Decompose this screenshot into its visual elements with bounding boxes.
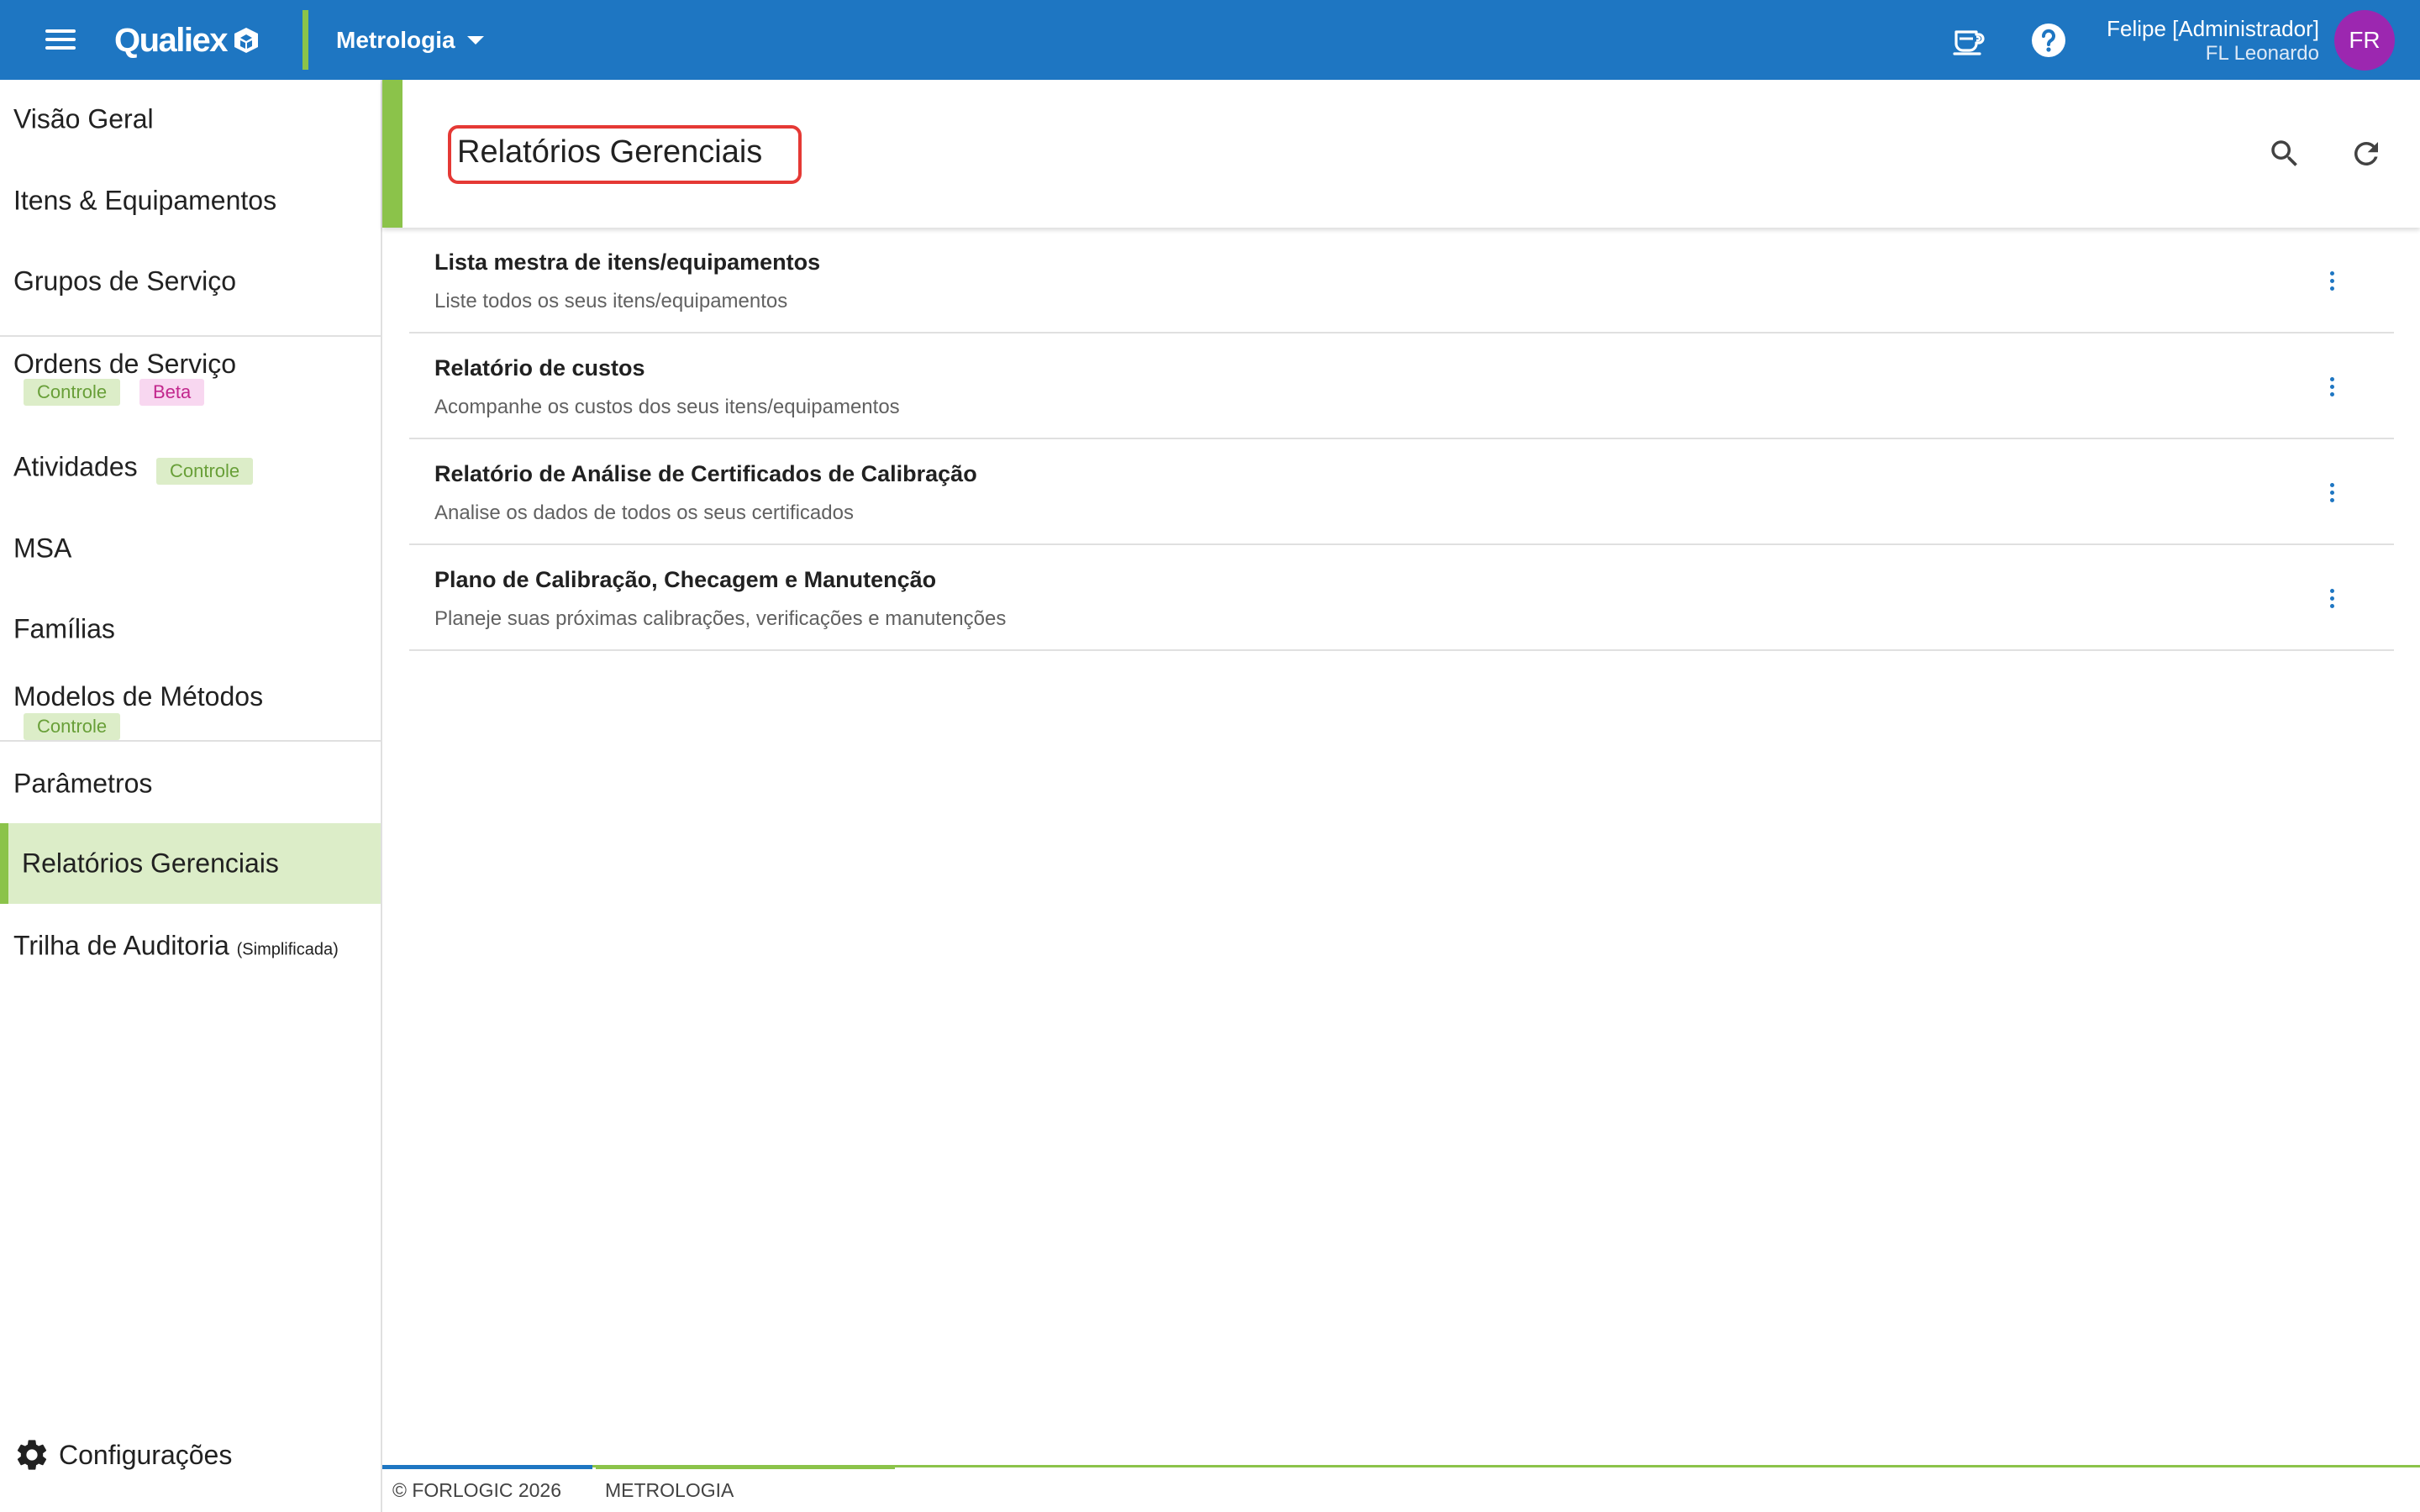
list-item[interactable]: Plano de Calibração, Checagem e Manutenç…: [409, 545, 2394, 651]
sidebar-item-itens-equipamentos[interactable]: Itens & Equipamentos: [0, 160, 381, 241]
gear-icon: [17, 1440, 47, 1470]
sidebar-item-label: Visão Geral: [13, 103, 154, 134]
status-badge: Controle: [156, 458, 254, 485]
refresh-icon[interactable]: [2343, 130, 2390, 177]
settings-label: Configurações: [59, 1439, 233, 1470]
report-title: Plano de Calibração, Checagem e Manutenç…: [434, 567, 937, 592]
help-icon[interactable]: [2027, 18, 2070, 62]
sidebar-item-familias[interactable]: Famílias: [0, 589, 381, 669]
footer-module: METROLOGIA: [605, 1479, 734, 1501]
sidebar-item-ordens-servico[interactable]: Ordens de Serviço Controle Beta: [0, 337, 381, 428]
footer: © FORLOGIC 2026 METROLOGIA: [382, 1465, 2420, 1512]
caret-down-icon: [466, 36, 484, 45]
sidebar-item-visao-geral[interactable]: Visão Geral: [0, 80, 381, 160]
sidebar-item-atividades[interactable]: Atividades Controle: [0, 428, 381, 508]
report-title: Relatório de Análise de Certificados de …: [434, 461, 977, 486]
coffee-cup-icon[interactable]: [1946, 18, 1990, 62]
sidebar-item-msa[interactable]: MSA: [0, 508, 381, 589]
page-header: Relatórios Gerenciais: [382, 80, 2420, 228]
sidebar-item-label: Itens & Equipamentos: [13, 185, 277, 216]
report-list: Lista mestra de itens/equipamentos Liste…: [409, 228, 2394, 651]
main-content: Relatórios Gerenciais Lista mestra de it…: [382, 80, 2420, 1512]
report-description: Liste todos os seus itens/equipamentos: [434, 290, 788, 312]
user-organization: FL Leonardo: [2205, 42, 2319, 65]
list-item[interactable]: Relatório de custos Acompanhe os custos …: [409, 333, 2394, 439]
footer-copyright: © FORLOGIC 2026: [392, 1479, 562, 1501]
sidebar-item-label: Famílias: [13, 613, 115, 644]
footer-accent-green: [596, 1465, 895, 1469]
report-title: Relatório de custos: [434, 355, 645, 381]
report-title: Lista mestra de itens/equipamentos: [434, 249, 821, 275]
sidebar-item-parametros[interactable]: Parâmetros: [0, 742, 381, 822]
module-selector[interactable]: Metrologia: [336, 18, 484, 62]
sidebar-item-label: MSA: [13, 533, 72, 564]
list-item[interactable]: Lista mestra de itens/equipamentos Liste…: [409, 228, 2394, 333]
user-info[interactable]: Felipe [Administrador] FL Leonardo: [2107, 15, 2319, 66]
sidebar-item-label: Relatórios Gerenciais: [22, 848, 279, 879]
sidebar-item-grupos-servico[interactable]: Grupos de Serviço: [0, 241, 381, 328]
sidebar-item-label: Trilha de Auditoria: [13, 930, 229, 961]
more-vert-icon[interactable]: [2315, 260, 2349, 302]
qualiex-logo[interactable]: Qualiex: [114, 17, 260, 64]
footer-accent-blue: [382, 1465, 592, 1469]
sidebar-item-note: (Simplificada): [236, 940, 339, 959]
user-name: Felipe [Administrador]: [2107, 16, 2319, 41]
page-title: Relatórios Gerenciais: [457, 134, 763, 170]
avatar[interactable]: FR: [2334, 10, 2395, 71]
list-item[interactable]: Relatório de Análise de Certificados de …: [409, 439, 2394, 545]
sidebar-item-label-wrap: Trilha de Auditoria (Simplificada): [13, 931, 339, 962]
more-vert-icon[interactable]: [2315, 471, 2349, 513]
more-vert-icon[interactable]: [2315, 577, 2349, 619]
logo-text: Qualiex: [114, 21, 229, 59]
settings-link[interactable]: Configurações: [13, 1436, 232, 1473]
logo-cube-icon: [234, 28, 259, 53]
active-indicator: [0, 823, 8, 904]
header-accent-bar: [382, 80, 402, 228]
report-description: Analise os dados de todos os seus certif…: [434, 501, 854, 524]
sidebar-item-label: Parâmetros: [13, 768, 153, 799]
status-badge: Controle: [24, 713, 121, 740]
more-vert-icon[interactable]: [2315, 365, 2349, 407]
sidebar-item-trilha-auditoria[interactable]: Trilha de Auditoria (Simplificada): [0, 904, 381, 984]
status-badge: Controle: [24, 379, 121, 406]
report-description: Acompanhe os custos dos seus itens/equip…: [434, 396, 900, 418]
sidebar: Visão Geral Itens & Equipamentos Grupos …: [0, 80, 382, 1512]
sidebar-item-label: Atividades: [13, 451, 138, 482]
sidebar-item-label: Grupos de Serviço: [13, 265, 237, 297]
top-app-bar: Qualiex Metrologia Felipe [Administrador…: [0, 0, 2420, 80]
menu-icon[interactable]: [44, 24, 77, 55]
sidebar-item-label: Modelos de Métodos: [13, 681, 264, 711]
report-description: Planeje suas próximas calibrações, verif…: [434, 607, 1007, 630]
module-label: Metrologia: [336, 27, 455, 53]
module-divider: [302, 10, 308, 70]
search-icon[interactable]: [2261, 130, 2308, 177]
sidebar-item-label: Ordens de Serviço: [13, 349, 237, 379]
sidebar-item-relatorios-gerenciais[interactable]: Relatórios Gerenciais: [0, 823, 381, 904]
status-badge: Beta: [139, 379, 205, 406]
